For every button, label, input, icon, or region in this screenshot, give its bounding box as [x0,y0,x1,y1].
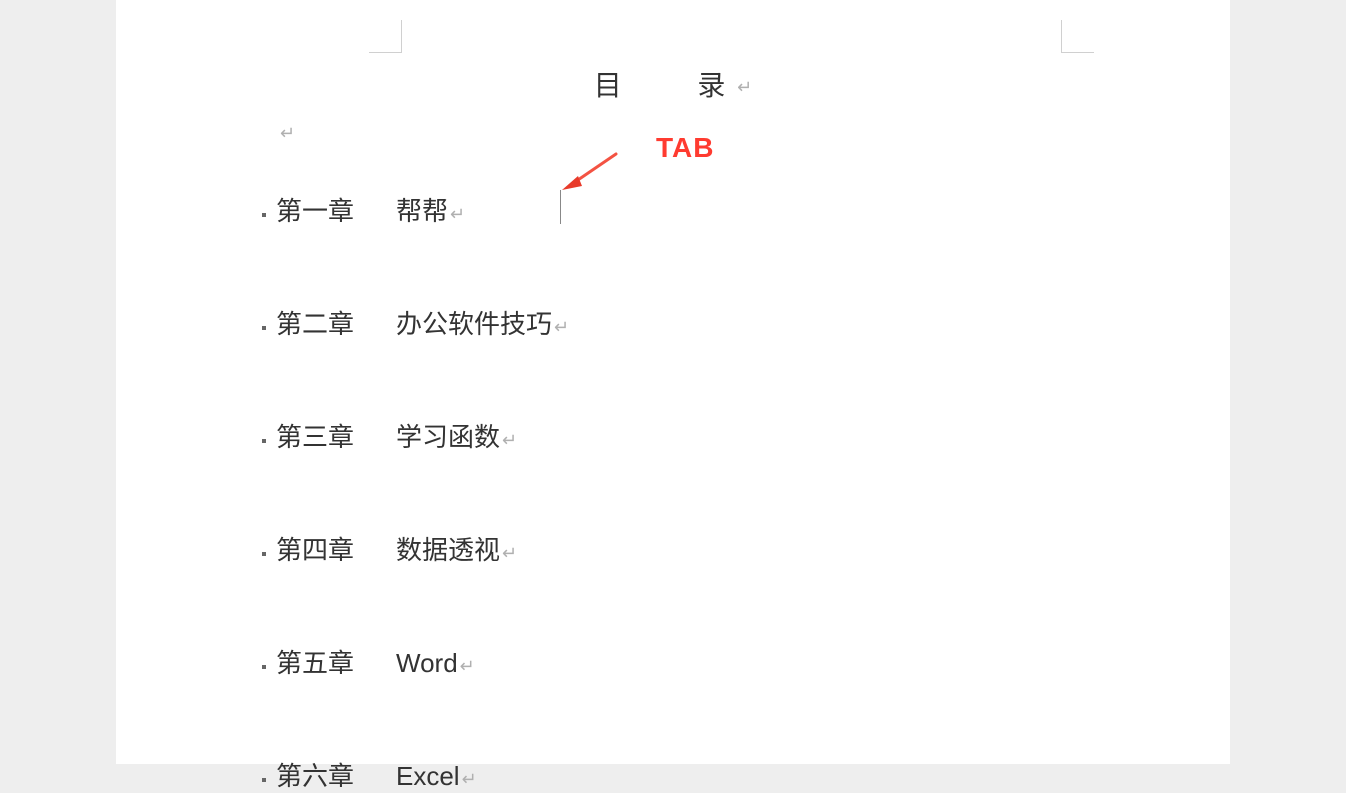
paragraph-mark-icon: ↵ [502,543,517,564]
chapter-title: Word [396,648,458,679]
paragraph-mark-icon: ↵ [737,77,752,97]
bullet-icon [262,439,266,443]
tab-annotation-label: TAB [656,132,714,164]
paragraph-mark-icon: ↵ [280,123,295,143]
chapter-title: 数据透视 [396,530,500,567]
toc-item[interactable]: 第二章 办公软件技巧 ↵ [276,304,1070,341]
chapter-number: 第二章 [276,304,368,341]
toc-item[interactable]: 第五章 Word ↵ [276,643,1070,680]
paragraph-mark-icon: ↵ [462,769,477,790]
document-page[interactable]: 目 录 ↵ ↵ TAB 第一章 帮帮 ↵ 第二章 办公软件技 [116,0,1230,764]
chapter-number: 第六章 [276,756,368,793]
bullet-icon [262,552,266,556]
paragraph-mark-icon: ↵ [450,204,465,225]
title-part-2: 录 [697,70,725,101]
toc-list: 第一章 帮帮 ↵ 第二章 办公软件技巧 ↵ 第三章 学习函数 ↵ 第四章 数据透… [276,191,1070,793]
chapter-title: 帮帮 [396,191,448,228]
chapter-title: 办公软件技巧 [396,304,552,341]
paragraph-mark-icon: ↵ [460,656,475,677]
toc-item[interactable]: 第六章 Excel ↵ [276,756,1070,793]
bullet-icon [262,665,266,669]
title-part-1: 目 [594,70,622,101]
chapter-number: 第五章 [276,643,368,680]
toc-item[interactable]: 第一章 帮帮 ↵ [276,191,1070,228]
bullet-icon [262,213,266,217]
chapter-number: 第四章 [276,530,368,567]
bullet-icon [262,778,266,782]
chapter-number: 第一章 [276,191,368,228]
chapter-number: 第三章 [276,417,368,454]
chapter-title: Excel [396,761,460,792]
margin-corner-top-right [1061,20,1094,53]
toc-item[interactable]: 第四章 数据透视 ↵ [276,530,1070,567]
chapter-title: 学习函数 [396,417,500,454]
paragraph-mark-icon: ↵ [554,317,569,338]
paragraph-mark-icon: ↵ [502,430,517,451]
toc-item[interactable]: 第三章 学习函数 ↵ [276,417,1070,454]
margin-corner-top-left [369,20,402,53]
bullet-icon [262,326,266,330]
